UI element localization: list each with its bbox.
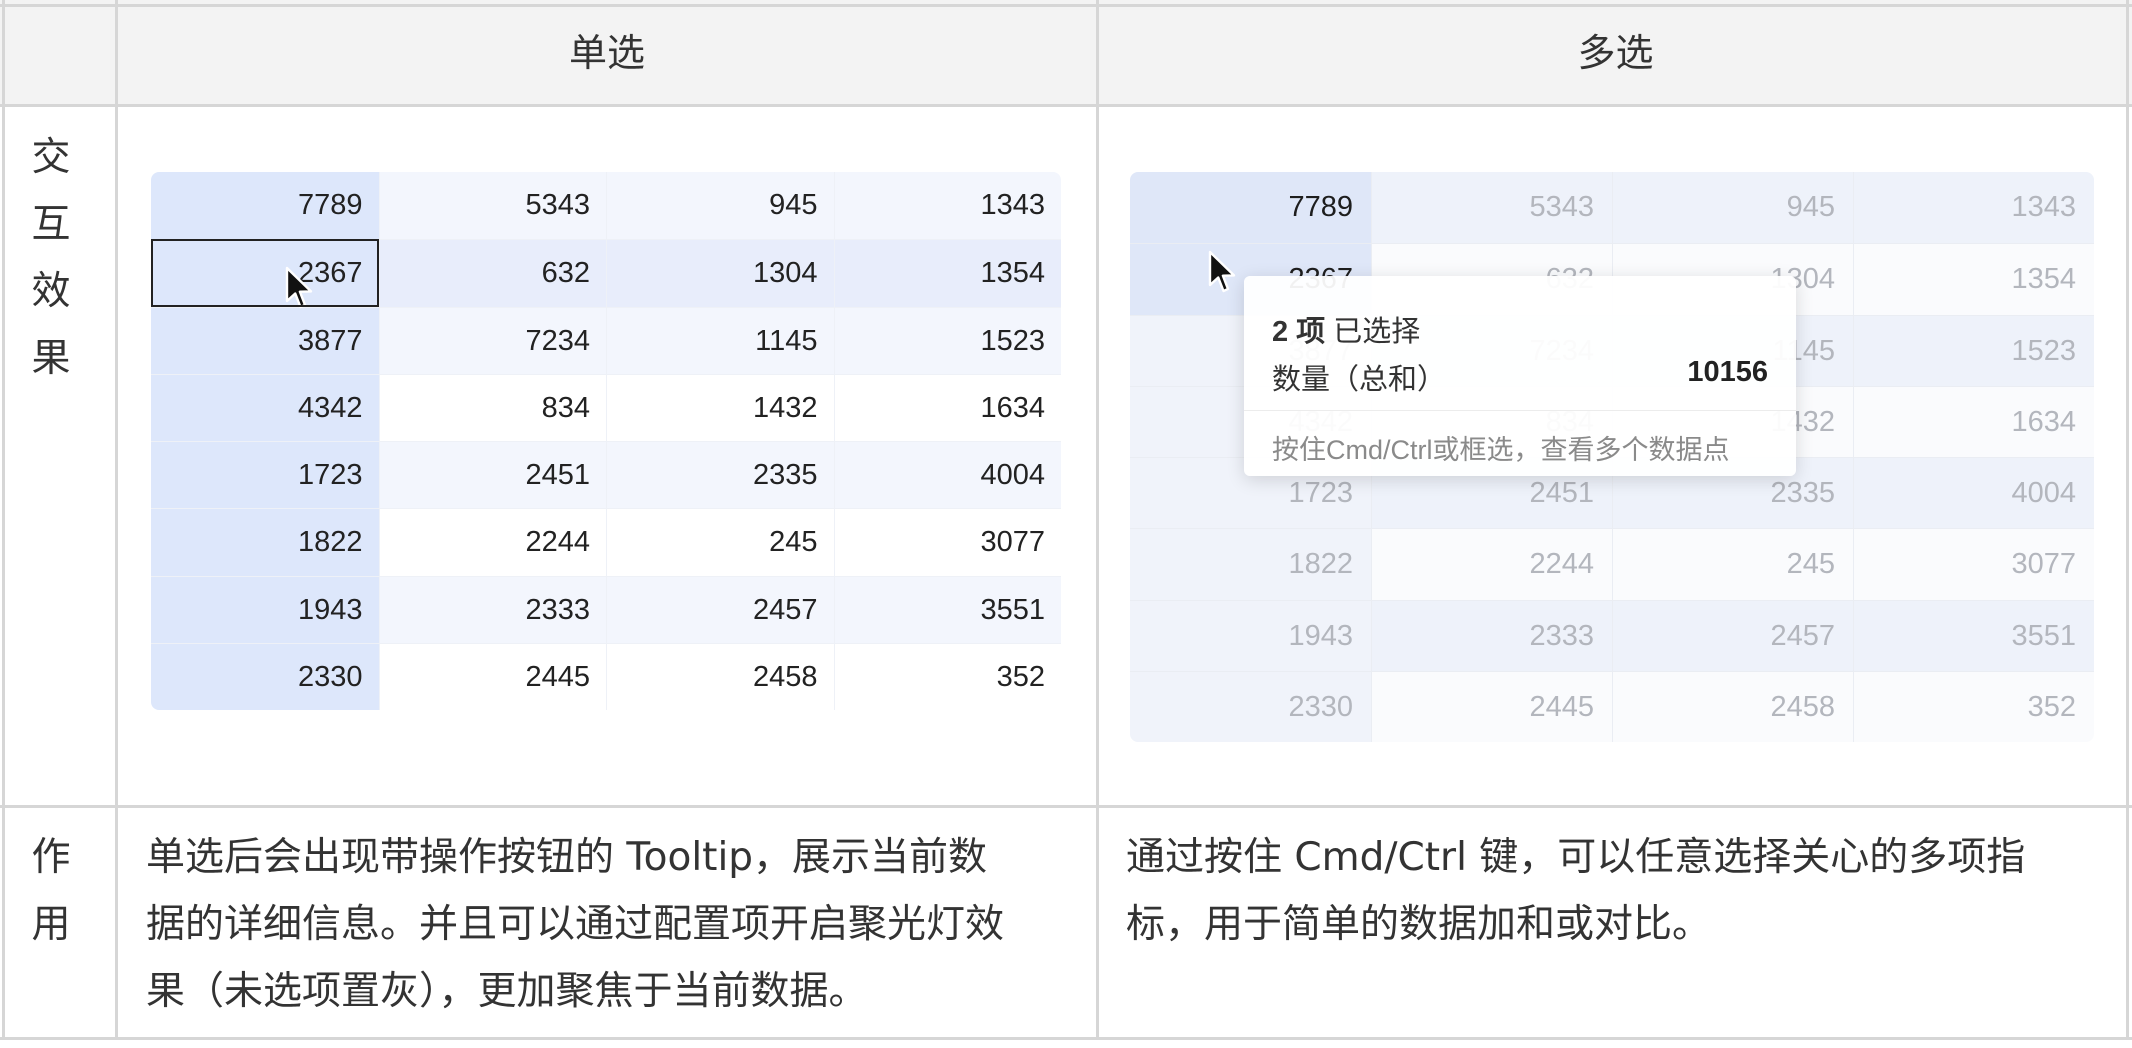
grid-cell[interactable]: 3551 — [833, 575, 1061, 643]
grid-cell[interactable]: 352 — [1853, 670, 2094, 742]
grid-cell[interactable]: 5343 — [1371, 172, 1612, 244]
description-line: 单选后会出现带操作按钮的 Tooltip，展示当前数 — [146, 835, 988, 880]
table-divider-row — [0, 805, 2132, 808]
grid-cell[interactable]: 4342 — [151, 373, 379, 441]
description-line: 通过按住 Cmd/Ctrl 键，可以任意选择关心的多项指 — [1126, 835, 2026, 880]
header-single: 单选 — [568, 31, 645, 75]
grid-cell[interactable]: 1523 — [833, 306, 1061, 374]
grid-cell[interactable]: 3077 — [1853, 528, 2094, 600]
grid-cell[interactable]: 7789 — [1130, 172, 1371, 244]
grid-cell[interactable]: 4004 — [1853, 457, 2094, 529]
row-label-char: 效 — [31, 269, 71, 314]
grid-cell[interactable]: 3077 — [833, 508, 1061, 576]
mouse-pointer-icon — [1208, 250, 1236, 293]
grid-cell[interactable]: 632 — [378, 239, 606, 307]
header-multi: 多选 — [1577, 31, 1654, 75]
tooltip-count-text: 已选择 — [1333, 316, 1421, 348]
selection-tooltip: 2 项 已选择 数量（总和） 10156 按住Cmd/Ctrl或框选，查看多个数… — [1244, 276, 1796, 476]
tooltip-count: 2 项 已选择 — [1272, 308, 1768, 350]
tooltip-divider — [1244, 410, 1796, 411]
grid-cell[interactable]: 2451 — [378, 441, 606, 509]
grid-cell[interactable]: 945 — [1612, 172, 1853, 244]
table-border-left — [2, 0, 5, 1040]
tooltip-count-number: 2 项 — [1272, 316, 1326, 348]
grid-cell[interactable]: 2445 — [1371, 670, 1612, 742]
grid-cell[interactable]: 1943 — [151, 575, 379, 643]
comparison-table: 单选 多选 交互效果 作用 7789 5343 945 1343 2367 632 1304… — [0, 0, 2132, 1048]
grid-cell[interactable]: 2457 — [606, 575, 834, 643]
description-line: 标，用于简单的数据加和或对比。 — [1126, 902, 1712, 947]
grid-cell[interactable]: 1145 — [606, 306, 834, 374]
grid-cell[interactable]: 352 — [833, 642, 1061, 710]
table-border-top — [0, 4, 2132, 7]
grid-cell[interactable]: 1343 — [833, 172, 1061, 240]
row-label-char: 互 — [31, 202, 71, 247]
grid-cell[interactable]: 4004 — [833, 441, 1061, 509]
grid-cell[interactable]: 2244 — [378, 508, 606, 576]
grid-cell[interactable]: 2457 — [1612, 599, 1853, 671]
grid-cell[interactable]: 1634 — [833, 373, 1061, 441]
grid-cell[interactable]: 7789 — [151, 172, 379, 240]
grid-cell[interactable]: 245 — [606, 508, 834, 576]
grid-cell[interactable]: 834 — [378, 373, 606, 441]
grid-cell[interactable]: 1304 — [606, 239, 834, 307]
row-label-char: 作 — [31, 835, 71, 880]
tooltip-metric-label: 数量（总和） — [1272, 364, 1447, 396]
grid-cell[interactable]: 1822 — [1130, 528, 1371, 600]
tooltip-metric-value: 10156 — [1687, 356, 1768, 388]
grid-cell[interactable]: 245 — [1612, 528, 1853, 600]
grid-cell[interactable]: 1523 — [1853, 314, 2094, 386]
grid-cell[interactable]: 2333 — [1371, 599, 1612, 671]
grid-cell[interactable]: 2445 — [378, 642, 606, 710]
grid-cell[interactable]: 1822 — [151, 508, 379, 576]
grid-cell[interactable]: 2244 — [1371, 528, 1612, 600]
grid-cell[interactable]: 2333 — [378, 575, 606, 643]
grid-cell[interactable]: 3877 — [151, 306, 379, 374]
table-divider-label — [115, 0, 118, 1040]
grid-cell[interactable]: 2330 — [1130, 670, 1371, 742]
row-label-interaction: 交互效果 — [20, 124, 82, 392]
grid-cell[interactable]: 2330 — [151, 642, 379, 710]
tooltip-hint: 按住Cmd/Ctrl或框选，查看多个数据点 — [1272, 435, 1730, 465]
grid-cell[interactable]: 7234 — [378, 306, 606, 374]
table-border-right — [2126, 0, 2129, 1040]
row-label-purpose: 作用 — [20, 824, 82, 958]
grid-cell[interactable]: 1354 — [833, 239, 1061, 307]
row-label-char: 果 — [31, 336, 71, 381]
grid-cell[interactable]: 2458 — [1612, 670, 1853, 742]
description-line: 据的详细信息。并且可以通过配置项开启聚光灯效 — [146, 902, 1005, 947]
grid-cell[interactable]: 1432 — [606, 373, 834, 441]
grid-cell[interactable]: 1943 — [1130, 599, 1371, 671]
grid-cell[interactable]: 1343 — [1853, 172, 2094, 244]
grid-cell[interactable]: 2458 — [606, 642, 834, 710]
description-line: 果（未选项置灰），更加聚焦于当前数据。 — [146, 969, 868, 1014]
table-border-bottom — [0, 1037, 2132, 1040]
table-divider-header — [0, 104, 2132, 107]
grid-cell[interactable]: 1354 — [1853, 243, 2094, 315]
single-select-description: 单选后会出现带操作按钮的 Tooltip，展示当前数 据的详细信息。并且可以通过配… — [146, 824, 1076, 1025]
row-label-char: 交 — [31, 135, 71, 180]
grid-cell[interactable]: 3551 — [1853, 599, 2094, 671]
tooltip-metric: 数量（总和） 10156 — [1272, 356, 1768, 398]
grid-cell[interactable]: 1723 — [151, 441, 379, 509]
grid-cell[interactable]: 2335 — [606, 441, 834, 509]
grid-cell[interactable]: 1634 — [1853, 385, 2094, 457]
selected-cell-outline — [151, 239, 379, 307]
multi-select-description: 通过按住 Cmd/Ctrl 键，可以任意选择关心的多项指 标，用于简单的数据加和或… — [1126, 824, 2116, 958]
grid-cell[interactable]: 5343 — [378, 172, 606, 240]
grid-cell[interactable]: 945 — [606, 172, 834, 240]
row-label-char: 用 — [31, 902, 71, 947]
table-divider-cols — [1096, 0, 1099, 1040]
